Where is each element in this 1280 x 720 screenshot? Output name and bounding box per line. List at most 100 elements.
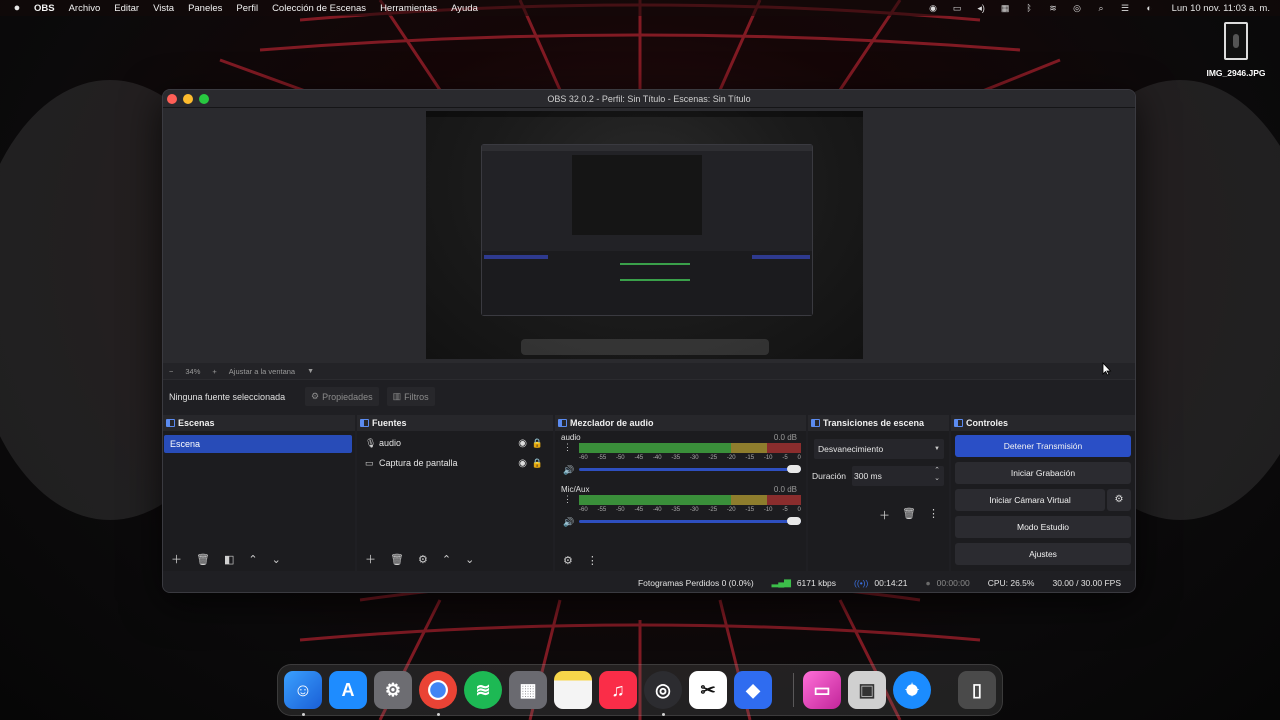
stop-stream-button[interactable]: Detener Transmisión [955, 435, 1131, 457]
more-options-icon[interactable]: ⋮ [563, 443, 572, 452]
speaker-icon[interactable]: 🔊 [563, 465, 574, 476]
zoom-out-button[interactable]: − [169, 367, 173, 376]
move-up-icon[interactable]: ⌃ [248, 553, 257, 566]
more-options-icon[interactable]: ⋮ [587, 554, 598, 567]
sources-dock-title[interactable]: Fuentes [357, 415, 553, 431]
spotify-icon[interactable]: ≋ [464, 671, 502, 709]
menu-ayuda[interactable]: Ayuda [451, 3, 478, 14]
more-options-icon[interactable]: ⋮ [563, 495, 572, 504]
channel-name: audio [561, 433, 581, 442]
app-store-icon[interactable]: A [329, 671, 367, 709]
trash-icon[interactable]: 🗑 [902, 507, 916, 523]
spinner-icon[interactable]: ⌃ ⌄ [934, 467, 940, 483]
preview-canvas[interactable] [426, 111, 863, 359]
system-settings-icon[interactable]: ⚙ [374, 671, 412, 709]
source-label: audio [379, 438, 402, 448]
menu-paneles[interactable]: Paneles [188, 3, 222, 14]
photos-icon[interactable]: ▭ [803, 671, 841, 709]
menu-app-obs[interactable]: OBS [34, 3, 55, 14]
apple-icon[interactable]: ● [10, 2, 24, 14]
roblox-icon[interactable]: ◆ [734, 671, 772, 709]
chrome-icon[interactable] [419, 671, 457, 709]
mixer-channel: Mic/Aux 0.0 dB ⋮ -60 -55 -50 -45 -40 -35 -30 -2… [559, 485, 801, 533]
control-center-icon[interactable]: ☰ [1120, 3, 1131, 13]
advanced-audio-icon[interactable]: ⚙ [563, 554, 573, 567]
virtual-cam-settings-gear-icon[interactable]: ⚙ [1107, 489, 1131, 511]
meter-ticks: -60 -55 -50 -45 -40 -35 -30 -25 -20 -15 -10 -5 0 [579, 455, 801, 461]
siri-icon[interactable]: ◐ [1144, 3, 1155, 13]
source-item-screen-capture[interactable]: ▭ Captura de pantalla ◉ 🔒 [357, 453, 553, 473]
obs-icon[interactable]: ◎ [644, 671, 682, 709]
eye-icon[interactable]: ◉ [518, 438, 527, 449]
menu-herramientas[interactable]: Herramientas [380, 3, 437, 14]
fit-window-select[interactable]: Ajustar a la ventana [229, 367, 295, 376]
source-item-audio[interactable]: 🎙 audio ◉ 🔒 [357, 433, 553, 453]
more-options-icon[interactable]: ⋮ [928, 507, 939, 523]
window-title: OBS 32.0.2 - Perfil: Sin Título - Escena… [547, 93, 751, 104]
properties-button[interactable]: ⚙ Propiedades [305, 387, 379, 406]
move-down-icon[interactable]: ⌄ [272, 553, 281, 566]
filters-button[interactable]: ▥ Filtros [386, 387, 435, 406]
volume-slider[interactable] [579, 465, 801, 473]
move-up-icon[interactable]: ⌃ [442, 553, 451, 566]
menu-coleccion-escenas[interactable]: Colección de Escenas [272, 3, 366, 14]
add-icon[interactable]: ＋ [879, 507, 890, 523]
transitions-dock-title[interactable]: Transiciones de escena [808, 415, 949, 431]
menu-clock[interactable]: Lun 10 nov. 11:03 a. m. [1172, 3, 1270, 14]
menu-vista[interactable]: Vista [153, 3, 174, 14]
notes-icon[interactable] [554, 671, 592, 709]
chevron-down-icon: ▼ [934, 446, 940, 452]
dock-icon [811, 419, 820, 427]
trash-icon[interactable]: 🗑 [390, 553, 404, 566]
menu-archivo[interactable]: Archivo [69, 3, 101, 14]
scenes-dock-title[interactable]: Escenas [163, 415, 355, 431]
duration-field[interactable]: 300 ms ⌃ ⌄ [852, 466, 944, 486]
slider-knob[interactable] [787, 465, 801, 473]
user-icon[interactable]: ◎ [1072, 3, 1083, 13]
start-virtual-cam-button[interactable]: Iniciar Cámara Virtual [955, 489, 1105, 511]
start-recording-button[interactable]: Iniciar Grabación [955, 462, 1131, 484]
bluetooth-icon[interactable]: ᛒ [1024, 3, 1035, 13]
slider-knob[interactable] [787, 517, 801, 525]
preview-area[interactable] [163, 108, 1135, 363]
speaker-icon[interactable]: 🔊 [563, 517, 574, 528]
keyboard-icon[interactable]: ▦ [1000, 3, 1011, 13]
zoom-in-button[interactable]: + [212, 367, 216, 376]
capcut-icon[interactable]: ✂ [689, 671, 727, 709]
desktop-file[interactable]: IMG_2946.JPG [1204, 22, 1268, 78]
settings-button[interactable]: Ajustes [955, 543, 1131, 565]
preview-app-icon[interactable]: ▣ [848, 671, 886, 709]
eye-icon[interactable]: ◉ [518, 458, 527, 469]
trash-icon[interactable]: 🗑 [196, 553, 210, 566]
launchpad-icon[interactable]: ▦ [509, 671, 547, 709]
menu-editar[interactable]: Editar [114, 3, 139, 14]
music-icon[interactable]: ♫ [599, 671, 637, 709]
finder-icon[interactable]: ☺ [284, 671, 322, 709]
chevron-down-icon[interactable]: ▼ [307, 368, 314, 375]
volume-icon[interactable]: ◂) [976, 3, 987, 13]
transition-select[interactable]: Desvanecimiento ▼ [814, 439, 944, 459]
controls-dock: Controles Detener Transmisión Iniciar Gr… [951, 415, 1135, 571]
search-icon[interactable]: ⌕ [1096, 3, 1107, 13]
menu-perfil[interactable]: Perfil [236, 3, 258, 14]
lock-icon[interactable]: 🔒 [532, 458, 543, 469]
mixer-channel: audio 0.0 dB ⋮ -60 -55 -50 -45 -40 -35 -30 -25-… [559, 433, 801, 481]
controls-dock-title[interactable]: Controles [951, 415, 1135, 431]
filter-icon: ▥ [392, 391, 402, 401]
screen-mirroring-icon[interactable]: ▭ [952, 3, 963, 13]
trash-icon[interactable]: ▯ [958, 671, 996, 709]
add-icon[interactable]: ＋ [365, 551, 376, 567]
studio-mode-button[interactable]: Modo Estudio [955, 516, 1131, 538]
wifi-icon[interactable]: ≋ [1048, 3, 1059, 13]
safari-icon[interactable]: ✦ [893, 671, 931, 709]
obs-status-icon[interactable]: ◉ [928, 3, 939, 13]
add-icon[interactable]: ＋ [171, 551, 182, 567]
mixer-dock-title[interactable]: Mezclador de audio [555, 415, 806, 431]
lock-icon[interactable]: 🔒 [532, 438, 543, 449]
window-titlebar[interactable]: OBS 32.0.2 - Perfil: Sin Título - Escena… [163, 90, 1135, 108]
move-down-icon[interactable]: ⌄ [465, 553, 474, 566]
scene-filter-icon[interactable]: ◧ [224, 553, 234, 566]
gear-icon[interactable]: ⚙ [418, 553, 428, 566]
volume-slider[interactable] [579, 517, 801, 525]
scene-item[interactable]: Escena [164, 435, 352, 453]
